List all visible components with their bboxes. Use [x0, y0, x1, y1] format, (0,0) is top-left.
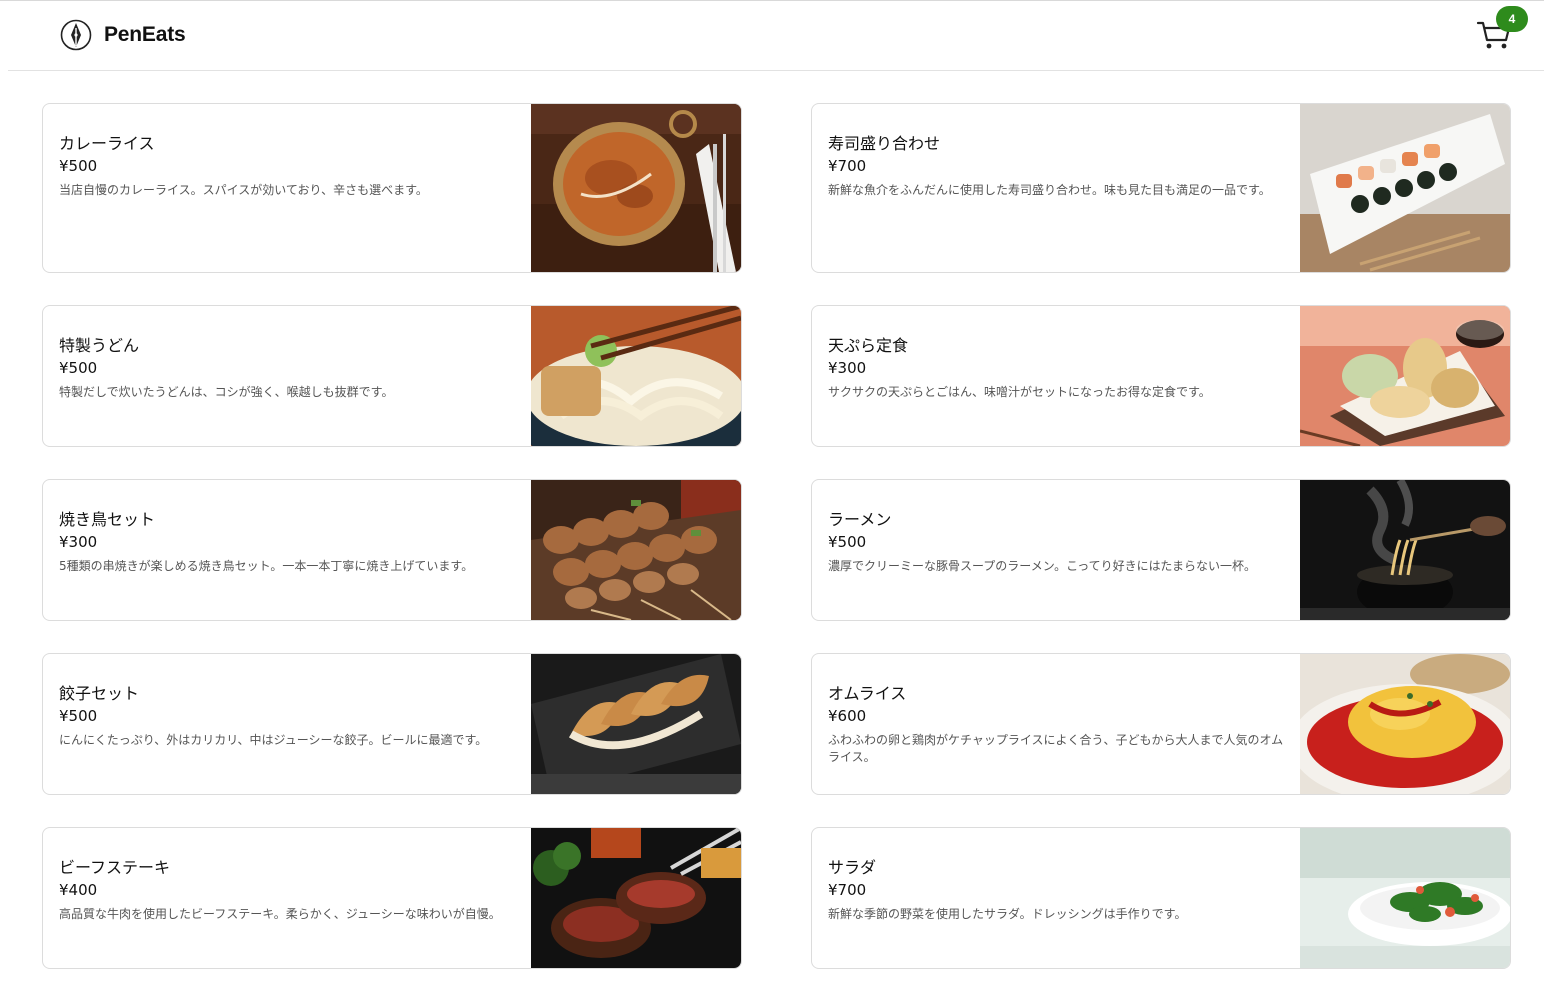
- menu-item-description: 新鮮な魚介をふんだんに使用した寿司盛り合わせ。味も見た目も満足の一品です。: [828, 183, 1271, 197]
- menu-item-card[interactable]: 寿司盛り合わせ ¥700 新鮮な魚介をふんだんに使用した寿司盛り合わせ。味も見た…: [811, 103, 1511, 273]
- menu-item-price: ¥600: [828, 707, 867, 725]
- menu-item-description: 特製だしで炊いたうどんは、コシが強く、喉越しも抜群です。: [59, 385, 394, 399]
- ramen-photo: [1300, 480, 1510, 620]
- menu-item-price: ¥400: [59, 881, 98, 899]
- salad-photo: [1300, 828, 1510, 968]
- menu-item-price: ¥500: [59, 157, 98, 175]
- menu-item-name: サラダ: [828, 858, 877, 877]
- menu-item-description: 5種類の串焼きが楽しめる焼き鳥セット。一本一本丁寧に焼き上げています。: [59, 559, 474, 573]
- menu-item-card[interactable]: 焼き鳥セット ¥300 5種類の串焼きが楽しめる焼き鳥セット。一本一本丁寧に焼き…: [42, 479, 742, 621]
- menu-item-name: 特製うどん: [59, 336, 140, 355]
- menu-item-name: 焼き鳥セット: [59, 510, 156, 529]
- menu-item-card[interactable]: オムライス ¥600 ふわふわの卵と鶏肉がケチャップライスによく合う、子どもから…: [811, 653, 1511, 795]
- menu-item-name: オムライス: [828, 684, 907, 703]
- menu-item-price: ¥700: [828, 157, 867, 175]
- menu-item-card[interactable]: ラーメン ¥500 濃厚でクリーミーな豚骨スープのラーメン。こってり好きにはたま…: [811, 479, 1511, 621]
- menu-item-name: ラーメン: [828, 510, 892, 529]
- tempura-photo: [1300, 306, 1510, 446]
- menu-item-card[interactable]: カレーライス ¥500 当店自慢のカレーライス。スパイスが効いており、辛さも選べ…: [42, 103, 742, 273]
- menu-item-name: 餃子セット: [59, 684, 140, 703]
- menu-item-name: 寿司盛り合わせ: [828, 134, 941, 153]
- menu-item-price: ¥500: [59, 359, 98, 377]
- menu-item-price: ¥500: [59, 707, 98, 725]
- sushi-photo: [1300, 104, 1510, 272]
- menu-grid: カレーライス ¥500 当店自慢のカレーライス。スパイスが効いており、辛さも選べ…: [0, 0, 1544, 982]
- menu-item-name: ビーフステーキ: [59, 858, 171, 877]
- menu-item-price: ¥700: [828, 881, 867, 899]
- menu-item-card[interactable]: 特製うどん ¥500 特製だしで炊いたうどんは、コシが強く、喉越しも抜群です。: [42, 305, 742, 447]
- menu-item-description: 濃厚でクリーミーな豚骨スープのラーメン。こってり好きにはたまらない一杯。: [828, 559, 1257, 573]
- menu-item-description: 高品質な牛肉を使用したビーフステーキ。柔らかく、ジューシーな味わいが自慢。: [59, 907, 501, 921]
- menu-item-card[interactable]: 餃子セット ¥500 にんにくたっぷり、外はカリカリ、中はジューシーな餃子。ビー…: [42, 653, 742, 795]
- menu-item-card[interactable]: ビーフステーキ ¥400 高品質な牛肉を使用したビーフステーキ。柔らかく、ジュー…: [42, 827, 742, 969]
- menu-item-description: サクサクの天ぷらとごはん、味噌汁がセットになったお得な定食です。: [828, 385, 1211, 399]
- menu-item-name: 天ぷら定食: [828, 336, 909, 355]
- steak-photo: [531, 828, 741, 968]
- menu-item-description: 新鮮な季節の野菜を使用したサラダ。ドレッシングは手作りです。: [828, 907, 1187, 921]
- menu-item-price: ¥300: [828, 359, 867, 377]
- curry-photo: [531, 104, 741, 272]
- menu-item-price: ¥300: [59, 533, 98, 551]
- gyoza-photo: [531, 654, 741, 794]
- udon-photo: [531, 306, 741, 446]
- menu-item-description: 当店自慢のカレーライス。スパイスが効いており、辛さも選べます。: [59, 183, 428, 197]
- menu-item-description: ふわふわの卵と鶏肉がケチャップライスによく合う、子どもから大人まで人気のオムライ…: [828, 733, 1284, 764]
- menu-item-card[interactable]: 天ぷら定食 ¥300 サクサクの天ぷらとごはん、味噌汁がセットになったお得な定食…: [811, 305, 1511, 447]
- yakitori-photo: [531, 480, 741, 620]
- menu-item-name: カレーライス: [59, 134, 155, 153]
- menu-item-card[interactable]: サラダ ¥700 新鮮な季節の野菜を使用したサラダ。ドレッシングは手作りです。: [811, 827, 1511, 969]
- omurice-photo: [1300, 654, 1510, 794]
- menu-item-description: にんにくたっぷり、外はカリカリ、中はジューシーな餃子。ビールに最適です。: [59, 733, 488, 747]
- menu-item-price: ¥500: [828, 533, 867, 551]
